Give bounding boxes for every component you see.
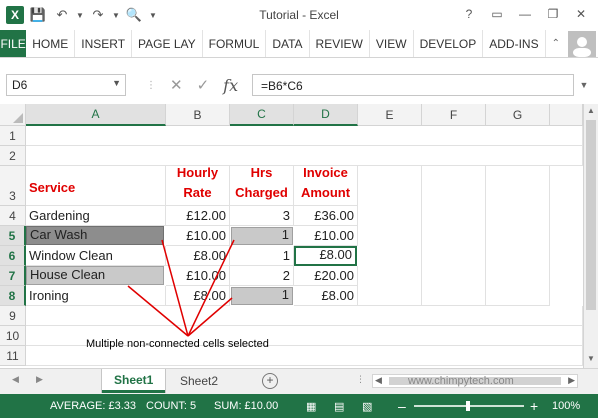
zoom-slider[interactable]: [414, 401, 524, 411]
status-bar: AVERAGE: £3.33 COUNT: 5 SUM: £10.00 ▦ ▤ …: [0, 394, 598, 418]
tab-home[interactable]: HOME: [26, 30, 76, 57]
formula-buttons: ⋮ ✕ ✓ fx: [136, 74, 248, 96]
name-box[interactable]: D6 ▼: [6, 74, 126, 96]
tab-next-icon[interactable]: ▶: [36, 374, 43, 385]
window-controls: ? ▭ — ❐ ✕: [456, 4, 594, 24]
zoom-level[interactable]: 100%: [552, 400, 580, 412]
ribbon-tabs: FILE HOME INSERT PAGE LAY FORMUL DATA RE…: [0, 30, 598, 58]
name-box-dropdown-icon[interactable]: ▼: [112, 78, 121, 88]
tab-prev-icon[interactable]: ◀: [12, 374, 19, 385]
zoom-in-icon[interactable]: +: [530, 398, 538, 414]
tab-sheet1[interactable]: Sheet1: [102, 369, 166, 393]
tab-sheet2[interactable]: Sheet2: [168, 369, 230, 393]
annotation-arrows: [127, 239, 235, 337]
tab-page-layout[interactable]: PAGE LAY: [132, 30, 203, 57]
status-average: AVERAGE: £3.33: [50, 400, 137, 412]
print-preview-icon[interactable]: 🔍: [124, 5, 144, 25]
tab-view[interactable]: VIEW: [370, 30, 414, 57]
cancel-icon[interactable]: ✕: [170, 76, 183, 94]
name-box-value: D6: [12, 78, 28, 92]
restore-icon[interactable]: ❐: [540, 4, 566, 24]
help-button[interactable]: ?: [456, 4, 482, 24]
ribbon-display-options-icon[interactable]: ▭: [484, 4, 510, 24]
normal-view-icon[interactable]: ▦: [306, 400, 316, 413]
annotation-text: Multiple non-connected cells selected: [86, 338, 269, 350]
tab-file[interactable]: FILE: [0, 30, 27, 57]
worksheet-grid: A B C D E F G 1 2 3 4 5 6 7 8 9 10 11 Se…: [0, 104, 583, 368]
status-count: COUNT: 5: [146, 400, 197, 412]
tab-formulas[interactable]: FORMUL: [203, 30, 267, 57]
undo-dropdown-icon[interactable]: ▼: [76, 5, 84, 25]
avatar[interactable]: [568, 30, 596, 57]
scroll-left-icon[interactable]: ◀: [375, 375, 382, 386]
save-icon[interactable]: 💾: [28, 5, 48, 25]
close-icon[interactable]: ✕: [568, 4, 594, 24]
redo-dropdown-icon[interactable]: ▼: [112, 5, 120, 25]
sheet-tabs-bar: ◀ ▶ Sheet1 Sheet2 + ⋮ ◀ ▶ www.chimpytech…: [0, 368, 598, 394]
tabs-splitter-icon[interactable]: ⋮: [356, 374, 365, 385]
quick-access-toolbar: X 💾 ↶ ▼ ↷ ▼ 🔍 ▼: [0, 5, 158, 25]
tab-data[interactable]: DATA: [266, 30, 310, 57]
formula-bar-area: D6 ▼ ⋮ ✕ ✓ fx =B6*C6 ▼: [0, 66, 598, 100]
zoom-slider-knob[interactable]: [466, 401, 470, 411]
page-layout-view-icon[interactable]: ▤: [334, 400, 344, 413]
redo-icon[interactable]: ↷: [88, 5, 108, 25]
excel-logo-icon: X: [6, 6, 24, 24]
title-bar: X 💾 ↶ ▼ ↷ ▼ 🔍 ▼ Tutorial - Excel ? ▭ — ❐…: [0, 0, 598, 30]
page-break-view-icon[interactable]: ▧: [362, 400, 372, 413]
scroll-down-icon[interactable]: ▼: [584, 354, 598, 366]
formula-input[interactable]: =B6*C6: [252, 74, 574, 96]
scroll-right-icon[interactable]: ▶: [568, 375, 575, 386]
tab-insert[interactable]: INSERT: [75, 30, 133, 57]
tab-developer[interactable]: DEVELOP: [414, 30, 484, 57]
formula-more-icon: ⋮: [146, 79, 156, 91]
watermark: www.chimpytech.com: [408, 375, 514, 387]
user-icon: [573, 36, 591, 57]
enter-icon[interactable]: ✓: [197, 76, 210, 94]
status-sum: SUM: £10.00: [214, 400, 279, 412]
vertical-scroll-thumb[interactable]: [586, 120, 596, 310]
expand-formula-bar-icon[interactable]: ▼: [576, 74, 592, 96]
collapse-ribbon-icon[interactable]: ⌃: [546, 38, 566, 49]
customize-qat-icon[interactable]: ▼: [148, 5, 158, 25]
tab-add-ins[interactable]: ADD-INS: [483, 30, 546, 57]
tab-review[interactable]: REVIEW: [310, 30, 370, 57]
add-sheet-icon[interactable]: +: [262, 373, 278, 389]
minimize-icon[interactable]: —: [512, 4, 538, 24]
zoom-out-icon[interactable]: –: [398, 398, 406, 414]
insert-function-icon[interactable]: fx: [223, 76, 238, 95]
scroll-up-icon[interactable]: ▲: [584, 106, 598, 118]
undo-icon[interactable]: ↶: [52, 5, 72, 25]
vertical-scrollbar[interactable]: ▲ ▼: [583, 104, 598, 368]
